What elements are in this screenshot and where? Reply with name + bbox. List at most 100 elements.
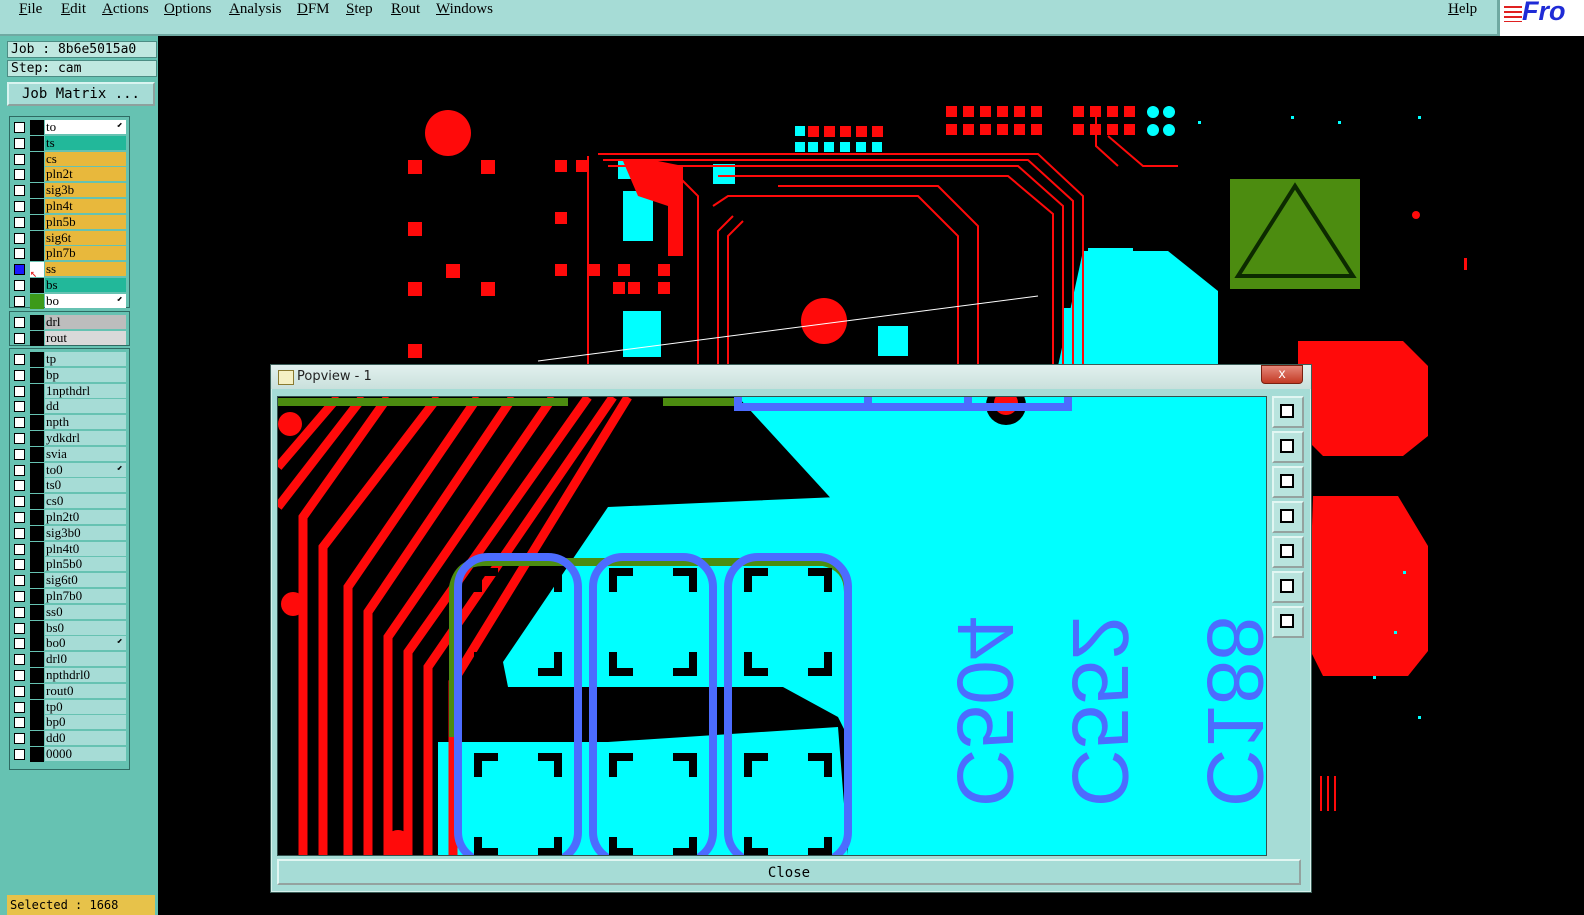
layer-affected-indicator[interactable] <box>30 557 44 573</box>
layer-checkbox[interactable] <box>14 464 25 476</box>
layer-name[interactable]: ts0 <box>45 478 126 493</box>
layer-row-sig3b0[interactable]: sig3b0 <box>10 525 129 541</box>
zoom-home-button[interactable] <box>1272 396 1304 428</box>
layer-affected-indicator[interactable] <box>30 652 44 668</box>
layer-checkbox[interactable] <box>14 622 25 634</box>
layer-checkbox[interactable] <box>14 480 25 492</box>
layer-name[interactable]: 0000 <box>45 747 126 761</box>
layer-name[interactable]: ts <box>45 135 126 150</box>
layer-affected-indicator[interactable] <box>30 525 44 541</box>
layer-affected-indicator[interactable] <box>30 573 44 589</box>
layer-affected-indicator[interactable] <box>30 494 44 510</box>
layer-name[interactable]: npth <box>45 415 126 430</box>
menu-analysis[interactable]: Analysis <box>229 1 282 18</box>
layer-name[interactable]: sig6t0 <box>45 573 126 588</box>
menu-windows[interactable]: Windows <box>436 1 493 18</box>
layer-row-pln5b0[interactable]: pln5b0 <box>10 557 129 573</box>
layer-row-bs[interactable]: bs <box>10 278 129 293</box>
layer-row-sig6t[interactable]: sig6t <box>10 230 129 246</box>
layer-checkbox[interactable] <box>14 670 25 681</box>
layer-row-pln7b0[interactable]: pln7b0 <box>10 589 129 604</box>
layer-row-0000[interactable]: 0000 <box>10 747 129 762</box>
layer-checkbox[interactable] <box>14 512 25 523</box>
menu-actions[interactable]: Actions <box>102 1 149 18</box>
menu-dfm[interactable]: DFM <box>297 1 330 18</box>
layer-name[interactable]: tp <box>45 352 126 366</box>
layer-checkbox[interactable] <box>14 559 25 571</box>
layer-row-pln5b[interactable]: pln5b <box>10 214 129 230</box>
layer-checkbox[interactable] <box>14 280 25 291</box>
layer-name[interactable]: rout0 <box>45 683 126 698</box>
menu-help[interactable]: Help <box>1448 1 1477 18</box>
layer-row-dd0[interactable]: dd0 <box>10 731 129 747</box>
layer-checkbox[interactable] <box>14 169 25 181</box>
layer-row-1npthdrl[interactable]: 1npthdrl <box>10 383 129 399</box>
layer-row-cs[interactable]: cs <box>10 151 129 167</box>
layer-affected-indicator[interactable] <box>30 462 44 478</box>
layer-affected-indicator[interactable] <box>30 510 44 525</box>
layer-row-pln2t[interactable]: pln2t <box>10 167 129 183</box>
layer-row-rout0[interactable]: rout0 <box>10 683 129 699</box>
layer-affected-indicator[interactable] <box>30 636 44 652</box>
popview-titlebar[interactable]: Popview - 1 x <box>271 365 1311 389</box>
layer-row-dd[interactable]: dd <box>10 399 129 415</box>
layer-row-pln4t[interactable]: pln4t <box>10 199 129 214</box>
layer-checkbox[interactable] <box>14 122 25 133</box>
layer-checkbox[interactable] <box>14 527 25 539</box>
layer-name[interactable]: cs <box>45 151 126 166</box>
layer-row-to[interactable]: to ⬋ <box>10 120 129 135</box>
layer-checkbox[interactable] <box>14 153 25 165</box>
layer-affected-indicator[interactable] <box>30 604 44 620</box>
layer-checkbox[interactable] <box>14 332 25 344</box>
layer-name[interactable]: tp0 <box>45 699 126 714</box>
layer-checkbox[interactable] <box>14 232 25 244</box>
layer-name[interactable]: bp0 <box>45 715 126 730</box>
layer-affected-indicator[interactable] <box>30 589 44 604</box>
pan-up-button[interactable] <box>1272 431 1304 463</box>
layer-name[interactable]: rout <box>45 330 126 345</box>
layer-name[interactable]: ss <box>45 262 126 277</box>
zoom-in-button[interactable] <box>1272 571 1304 603</box>
layer-affected-indicator[interactable] <box>30 278 44 293</box>
layer-name[interactable]: bo <box>45 293 126 308</box>
layer-checkbox[interactable] <box>14 606 25 618</box>
layer-row-npthdrl0[interactable]: npthdrl0 <box>10 668 129 683</box>
layer-checkbox[interactable] <box>14 185 25 197</box>
layer-checkbox[interactable] <box>14 717 25 729</box>
layer-name[interactable]: sig3b0 <box>45 525 126 540</box>
layer-row-bp0[interactable]: bp0 <box>10 715 129 731</box>
layer-name[interactable]: 1npthdrl <box>45 383 126 398</box>
layer-affected-indicator[interactable] <box>30 246 44 262</box>
layer-row-tp[interactable]: tp <box>10 352 129 367</box>
layer-checkbox[interactable] <box>14 543 25 555</box>
job-matrix-button[interactable]: Job Matrix ... <box>7 82 155 106</box>
layer-row-ss[interactable]: ↖ ss <box>10 262 129 280</box>
pan-right-button[interactable] <box>1272 536 1304 568</box>
layer-affected-indicator[interactable] <box>30 715 44 731</box>
layer-checkbox[interactable] <box>14 401 25 413</box>
layer-checkbox[interactable] <box>14 137 25 149</box>
layer-row-sig6t0[interactable]: sig6t0 <box>10 573 129 589</box>
layer-checkbox[interactable] <box>14 216 25 228</box>
layer-name[interactable]: ss0 <box>45 604 126 619</box>
layer-name[interactable]: bo0 <box>45 636 126 651</box>
layer-row-bo0[interactable]: bo0 ⬋ <box>10 636 129 652</box>
layer-affected-indicator[interactable] <box>30 446 44 462</box>
layer-affected-indicator[interactable] <box>30 699 44 715</box>
layer-row-ts0[interactable]: ts0 <box>10 478 129 494</box>
layer-name[interactable]: sig6t <box>45 230 126 245</box>
layer-row-sig3b[interactable]: sig3b <box>10 183 129 199</box>
menu-rout[interactable]: Rout <box>391 1 420 18</box>
layer-affected-indicator[interactable] <box>30 315 44 330</box>
layer-name[interactable]: pln7b <box>45 246 126 261</box>
layer-row-ts[interactable]: ts <box>10 135 129 151</box>
layer-row-pln2t0[interactable]: pln2t0 <box>10 510 129 525</box>
layer-affected-indicator[interactable] <box>30 151 44 167</box>
layer-row-pln7b[interactable]: pln7b <box>10 246 129 262</box>
layer-checkbox[interactable] <box>14 248 25 260</box>
menu-edit[interactable]: Edit <box>61 1 86 18</box>
layer-affected-indicator[interactable] <box>30 383 44 399</box>
layer-row-to0[interactable]: to0 ⬋ <box>10 462 129 478</box>
layer-checkbox[interactable] <box>14 317 25 328</box>
layer-row-ydkdrl[interactable]: ydkdrl <box>10 431 129 446</box>
